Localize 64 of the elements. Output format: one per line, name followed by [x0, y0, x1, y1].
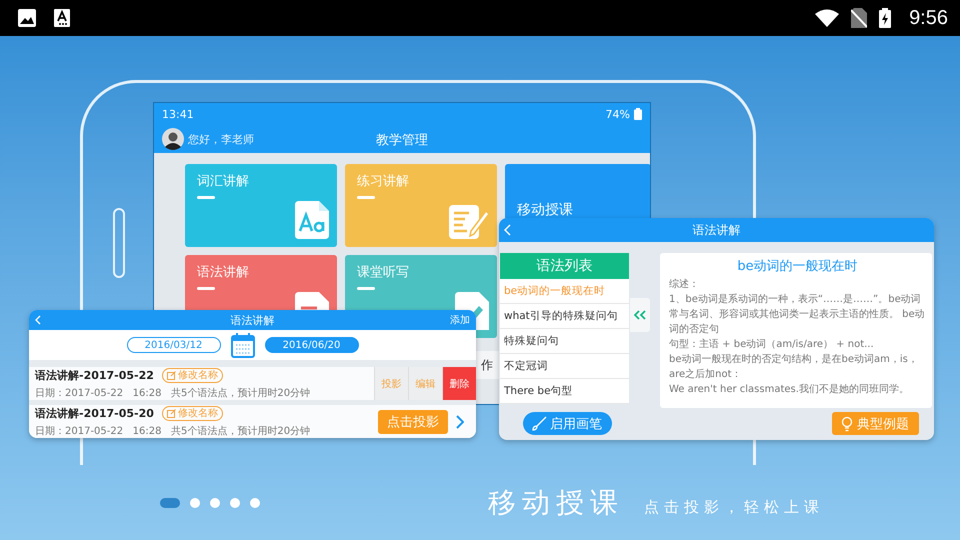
wifi-icon	[815, 9, 840, 27]
clock-time: 9:56	[909, 6, 948, 30]
collapse-button[interactable]	[630, 298, 650, 332]
font-icon	[54, 9, 70, 27]
menu-tile[interactable]: 词汇讲解	[185, 164, 337, 247]
detail-text: 句型：主语 + be动词（am/is/are） + not...	[669, 338, 875, 352]
action-button[interactable]: 编辑	[408, 367, 442, 400]
letters-icon	[295, 201, 329, 239]
grammar-item[interactable]: 不定冠词	[500, 354, 629, 379]
double-chevron-left-icon	[634, 310, 646, 320]
tagline: 点击投影，轻松上课	[644, 498, 824, 517]
date-pill[interactable]: 2016/06/20	[264, 337, 358, 353]
add-link[interactable]: 添加	[450, 313, 470, 327]
detail-text: 综述：	[669, 278, 700, 292]
list-header: 语法列表	[500, 253, 629, 279]
rename-button[interactable]: 修改名称	[162, 368, 223, 382]
record-row[interactable]: 语法讲解-2017-05-22 修改名称 日期：2017-05-22 16:28 共5个语法点，预计用时20分钟 投影 编辑 删除	[29, 367, 476, 400]
edit-icon	[166, 370, 176, 380]
battery-icon	[634, 108, 642, 120]
grammar-item[interactable]: There be句型	[500, 379, 629, 404]
avatar-icon[interactable]	[162, 128, 184, 150]
back-icon[interactable]	[35, 315, 41, 325]
battery-level: 74%	[606, 108, 630, 120]
edit-icon	[166, 408, 176, 418]
grammar-item[interactable]: be动词的一般现在时	[500, 279, 629, 304]
home-button-outline	[113, 208, 125, 278]
action-button[interactable]: 投影	[374, 367, 408, 400]
pen-button[interactable]: 启用画笔	[523, 412, 612, 435]
page-dot[interactable]	[190, 498, 200, 508]
delete-button[interactable]: 删除	[442, 367, 476, 400]
brush-icon	[531, 416, 547, 432]
greeting: 您好，李老师	[188, 132, 254, 146]
card-title: 语法讲解	[692, 222, 740, 238]
grammar-item[interactable]: what引导的特殊疑问句	[500, 304, 629, 329]
project-button[interactable]: 点击投影	[378, 410, 448, 434]
menu-tile[interactable]: 练习讲解	[345, 164, 497, 247]
card-title: 语法讲解	[230, 312, 274, 328]
back-icon[interactable]	[504, 224, 511, 236]
detail-text: We aren't her classmates.我们不是她的同班同学。	[669, 382, 910, 397]
page-dot[interactable]	[230, 498, 240, 508]
no-sim-icon	[851, 8, 868, 28]
detail-text: be动词一般现在时的否定句结构，是在be动词am，is，are之后加not：	[669, 352, 919, 382]
record-row[interactable]: 语法讲解-2017-05-20 修改名称 日期：2017-05-22 16:28 共5个语法点，预计用时20分钟 点击投影	[29, 405, 476, 438]
chevron-right-icon[interactable]	[456, 414, 464, 428]
detail-title: be动词的一般现在时	[736, 258, 859, 275]
record-title: 语法讲解-2017-05-20	[35, 406, 154, 420]
battery-charging-icon	[879, 8, 892, 28]
gallery-icon	[18, 9, 36, 27]
record-meta: 日期：2017-05-22 16:28 共5个语法点，预计用时20分钟	[35, 424, 312, 438]
page-title: 教学管理	[376, 132, 428, 149]
calendar-icon[interactable]	[230, 332, 254, 358]
example-button[interactable]: 典型例题	[832, 412, 919, 435]
page-dot[interactable]	[250, 498, 260, 508]
detail-text: 1、be动词是系动词的一种，表示“……是……”。be动词常与名词、形容词或其他词类一起表示主语的性质。 be动词的否定句	[669, 292, 926, 337]
grammar-item[interactable]: 特殊疑问句	[500, 329, 629, 354]
lightbulb-icon	[840, 416, 854, 432]
headline: 移动授课	[488, 484, 624, 520]
record-title: 语法讲解-2017-05-22	[35, 368, 154, 382]
clock-time: 13:41	[162, 108, 194, 120]
rename-button[interactable]: 修改名称	[162, 406, 223, 420]
date-pill[interactable]: 2016/03/12	[126, 337, 220, 353]
tab-label[interactable]: 作	[481, 356, 493, 374]
page-dot[interactable]	[210, 498, 220, 508]
record-meta: 日期：2017-05-22 16:28 共5个语法点，预计用时20分钟	[35, 386, 312, 400]
